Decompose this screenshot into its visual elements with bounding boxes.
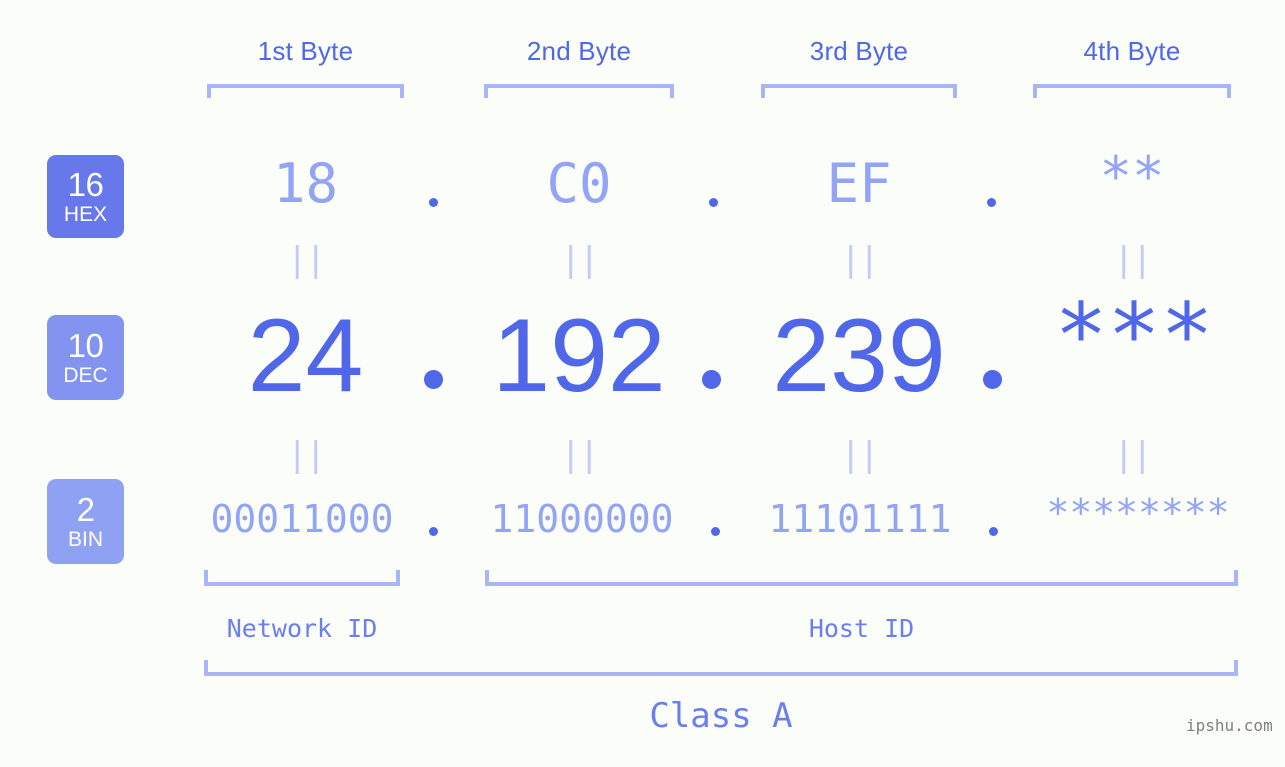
hex-dot-2	[709, 198, 718, 207]
base-badge-bin-name: BIN	[67, 528, 103, 551]
base-badge-dec: 10 DEC	[47, 315, 124, 400]
class-bracket	[204, 660, 1238, 676]
byte-bracket-3	[761, 84, 957, 98]
network-id-bracket	[204, 570, 400, 586]
equals-separator-dec-bin-4: ||	[1113, 435, 1153, 475]
base-badge-dec-number: 10	[67, 327, 104, 364]
byte-bracket-4	[1033, 84, 1231, 98]
network-id-label: Network ID	[226, 614, 378, 643]
dec-octet-2: 192	[492, 298, 666, 414]
dec-octet-1: 24	[247, 298, 364, 414]
bin-octet-1: 00011000	[210, 497, 394, 541]
dec-dot-2	[702, 370, 721, 389]
host-id-bracket	[485, 570, 1238, 586]
byte-header-label-1: 1st Byte	[257, 36, 354, 66]
hex-octet-1: 18	[272, 152, 339, 215]
bin-octet-3: 11101111	[768, 497, 952, 541]
equals-separator-dec-bin-2: ||	[560, 435, 600, 475]
hex-octet-4: **	[1099, 145, 1165, 208]
base-badge-bin: 2 BIN	[47, 479, 124, 564]
byte-bracket-2	[484, 84, 674, 98]
dec-octet-4: ***	[1054, 284, 1214, 387]
dec-dot-3	[983, 370, 1002, 389]
equals-separator-hex-dec-2: ||	[560, 240, 600, 280]
byte-bracket-1	[207, 84, 404, 98]
base-badge-bin-number: 2	[76, 491, 95, 528]
bin-dot-2	[711, 527, 720, 536]
bin-octet-4: ********	[1046, 491, 1230, 535]
equals-separator-hex-dec-1: ||	[287, 240, 326, 280]
byte-header-label-2: 2nd Byte	[526, 36, 632, 66]
equals-separator-hex-dec-3: ||	[840, 240, 880, 280]
base-badge-hex-number: 16	[67, 166, 104, 203]
hex-dot-1	[429, 198, 438, 207]
hex-dot-3	[987, 198, 996, 207]
bin-dot-1	[429, 527, 438, 536]
bin-octet-2: 11000000	[490, 497, 674, 541]
equals-separator-dec-bin-1: ||	[287, 435, 326, 475]
byte-header-label-4: 4th Byte	[1083, 36, 1181, 66]
byte-header-label-3: 3rd Byte	[809, 36, 909, 66]
hex-octet-2: C0	[546, 152, 612, 215]
bin-dot-3	[989, 527, 998, 536]
ip-address-breakdown-diagram: 1st Byte 2nd Byte 3rd Byte 4th Byte 16 H…	[0, 0, 1285, 767]
dec-dot-1	[424, 370, 443, 389]
host-id-label: Host ID	[808, 614, 915, 643]
base-badge-dec-name: DEC	[63, 364, 108, 387]
equals-separator-hex-dec-4: ||	[1113, 240, 1153, 280]
base-badge-hex: 16 HEX	[47, 155, 124, 238]
equals-separator-dec-bin-3: ||	[840, 435, 880, 475]
watermark: ipshu.com	[1186, 716, 1273, 735]
base-badge-hex-name: HEX	[63, 203, 108, 226]
dec-octet-3: 239	[772, 298, 946, 414]
class-label: Class A	[649, 696, 793, 736]
hex-octet-3: EF	[826, 152, 892, 215]
